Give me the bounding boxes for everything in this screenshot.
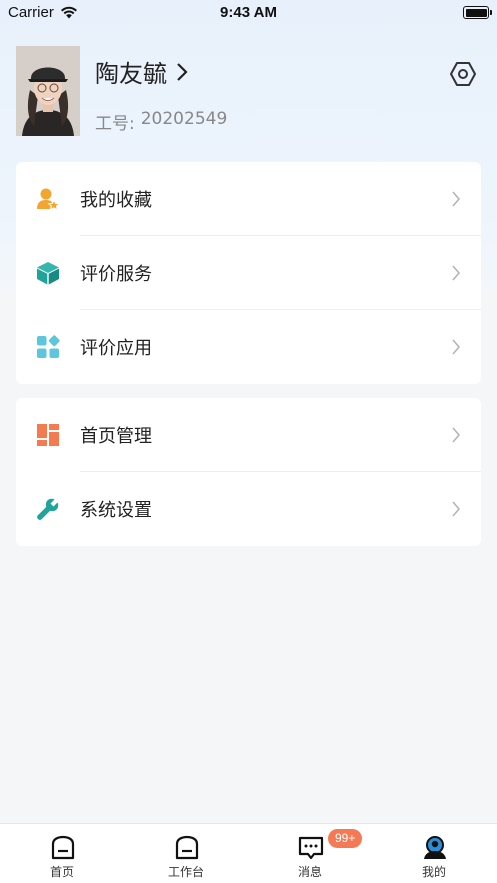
battery-icon — [463, 6, 492, 19]
menu-item-label: 系统设置 — [80, 500, 152, 521]
tab-label: 我的 — [421, 865, 446, 879]
chevron-right-icon — [177, 62, 188, 81]
avatar[interactable] — [16, 46, 80, 136]
menu-item-label: 评价服务 — [80, 264, 152, 285]
profile-name-link[interactable]: 陶友毓 — [95, 54, 189, 89]
tab-label: 工作台 — [167, 865, 204, 879]
wrench-icon — [37, 498, 59, 520]
chevron-right-icon — [452, 339, 461, 355]
menu-item-label: 我的收藏 — [80, 190, 152, 211]
menu-card-primary: 我的收藏 评价服务 评价应用 — [16, 162, 481, 384]
menu-item-rate-service[interactable]: 评价服务 — [16, 236, 481, 310]
favorites-person-star-icon — [37, 188, 60, 211]
cube-icon — [37, 262, 59, 285]
menu-item-favorites[interactable]: 我的收藏 — [16, 162, 481, 236]
unread-badge: 99+ — [328, 829, 363, 848]
dashboard-layout-icon — [37, 424, 59, 446]
workbench-icon — [175, 835, 199, 860]
menu-item-label: 首页管理 — [80, 426, 152, 447]
status-bar: Carrier 9:43 AM — [0, 0, 497, 26]
tab-messages[interactable]: 99+ 消息 — [248, 824, 372, 883]
menu-card-secondary: 首页管理 系统设置 — [16, 398, 481, 546]
chevron-right-icon — [452, 191, 461, 207]
message-icon — [298, 836, 324, 860]
menu-item-label: 评价应用 — [80, 338, 152, 359]
menu-item-rate-apps[interactable]: 评价应用 — [16, 310, 481, 384]
chevron-right-icon — [452, 265, 461, 281]
clock: 9:43 AM — [220, 4, 277, 21]
staff-id-value: 20202549 — [140, 109, 228, 129]
staff-id-label: 工号: — [95, 114, 135, 134]
chevron-right-icon — [452, 427, 461, 443]
tab-home[interactable]: 首页 — [0, 824, 124, 883]
tab-workbench[interactable]: 工作台 — [124, 824, 248, 883]
tab-label: 消息 — [297, 865, 322, 879]
menu-item-system-settings[interactable]: 系统设置 — [16, 472, 481, 546]
tab-me[interactable]: 我的 — [372, 824, 496, 883]
profile-header[interactable]: 陶友毓 工号: 20202549 — [16, 46, 481, 138]
bottom-tab-bar: 首页 工作台 99+ 消息 我的 — [0, 823, 497, 883]
tab-label: 首页 — [49, 865, 74, 879]
chevron-right-icon — [452, 501, 461, 517]
menu-item-homepage-management[interactable]: 首页管理 — [16, 398, 481, 472]
profile-name: 陶友毓 — [95, 60, 167, 88]
apps-grid-icon — [37, 335, 60, 358]
profile-icon — [424, 836, 446, 859]
staff-id: 工号: 20202549 — [95, 109, 227, 134]
settings-hexagon-icon[interactable] — [449, 60, 477, 88]
home-icon — [51, 835, 75, 860]
